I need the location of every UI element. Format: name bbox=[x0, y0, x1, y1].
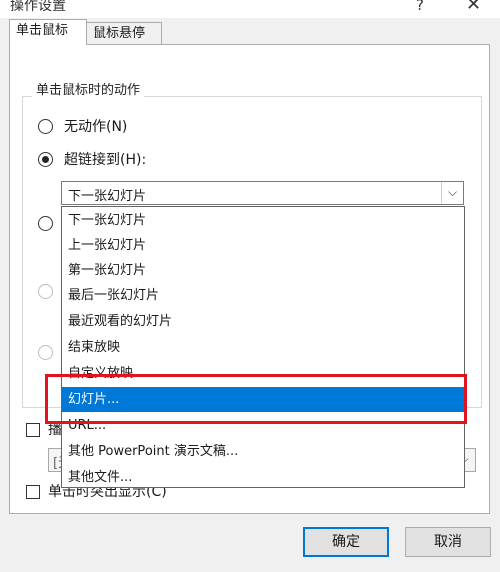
help-icon[interactable]: ? bbox=[416, 0, 424, 14]
hyperlink-select[interactable]: 下一张幻灯片 ⌵ bbox=[61, 181, 464, 205]
ok-button[interactable]: 确定 bbox=[303, 527, 389, 557]
run-program-radio[interactable] bbox=[38, 216, 53, 231]
chevron-down-icon[interactable]: ⌵ bbox=[441, 182, 463, 204]
object-action-radio[interactable] bbox=[38, 345, 53, 360]
highlight-annotation bbox=[45, 374, 467, 424]
dropdown-item-other-file[interactable]: 其他文件... bbox=[62, 465, 464, 490]
no-action-radio[interactable] bbox=[38, 119, 53, 134]
dropdown-item-previous-slide[interactable]: 上一张幻灯片 bbox=[62, 233, 464, 258]
dropdown-item-next-slide[interactable]: 下一张幻灯片 bbox=[62, 208, 464, 233]
tab-mouse-over[interactable]: 鼠标悬停 bbox=[86, 22, 162, 44]
title-bar: 操作设置 ? ✕ bbox=[0, 0, 500, 18]
dropdown-item-last-slide[interactable]: 最后一张幻灯片 bbox=[62, 283, 464, 308]
cancel-button[interactable]: 取消 bbox=[405, 527, 491, 557]
hyperlink-label: 超链接到(H): bbox=[64, 152, 147, 168]
dropdown-item-end-show[interactable]: 结束放映 bbox=[62, 335, 464, 360]
highlight-click-checkbox[interactable] bbox=[26, 485, 40, 499]
dropdown-item-other-presentation[interactable]: 其他 PowerPoint 演示文稿... bbox=[62, 439, 464, 464]
dropdown-item-last-viewed-slide[interactable]: 最近观看的幻灯片 bbox=[62, 309, 464, 334]
dropdown-item-first-slide[interactable]: 第一张幻灯片 bbox=[62, 258, 464, 283]
hyperlink-dropdown-list: 下一张幻灯片 上一张幻灯片 第一张幻灯片 最后一张幻灯片 最近观看的幻灯片 结束… bbox=[61, 206, 465, 488]
no-action-label: 无动作(N) bbox=[64, 119, 128, 135]
hyperlink-radio[interactable] bbox=[38, 152, 53, 167]
run-macro-radio[interactable] bbox=[38, 284, 53, 299]
play-sound-checkbox[interactable] bbox=[26, 423, 40, 437]
tab-mouse-click[interactable]: 单击鼠标 bbox=[9, 19, 87, 45]
window-title: 操作设置 bbox=[10, 0, 66, 14]
close-icon[interactable]: ✕ bbox=[466, 0, 481, 15]
hyperlink-select-value: 下一张幻灯片 bbox=[68, 189, 147, 204]
action-group-legend: 单击鼠标时的动作 bbox=[32, 79, 145, 98]
